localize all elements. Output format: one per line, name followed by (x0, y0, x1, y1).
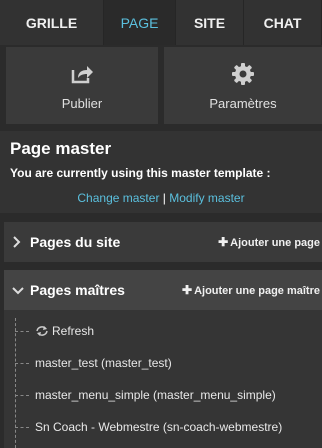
link-separator: | (162, 191, 166, 205)
settings-button[interactable]: Paramètres (164, 47, 322, 124)
tree-branch (15, 426, 29, 428)
section-pages-maitres[interactable]: Pages maîtres ✚ Ajouter une page maître (4, 270, 322, 310)
top-tabs: GRILLE PAGE SITE CHAT (0, 0, 322, 45)
tree-item-label: master_menu_simple (master_menu_simple) (35, 388, 276, 402)
tab-site[interactable]: SITE (176, 0, 244, 45)
tree-item-sn-coach-webmestre[interactable]: Sn Coach - Webmestre (sn-coach-webmestre… (15, 417, 282, 437)
add-page-button[interactable]: ✚ Ajouter une page (218, 235, 320, 249)
tree-branch (15, 362, 29, 364)
share-icon (69, 61, 95, 87)
refresh-icon (35, 325, 49, 337)
tree-item-label: master_test (master_test) (35, 356, 172, 370)
page-master-title: Page master (10, 139, 112, 158)
add-master-page-label: Ajouter une page maître (194, 285, 320, 297)
tab-grille[interactable]: GRILLE (0, 0, 104, 45)
tree-item-master-test[interactable]: master_test (master_test) (15, 353, 172, 373)
add-master-page-button[interactable]: ✚ Ajouter une page maître (182, 283, 320, 297)
tree-item-master-menu-simple[interactable]: master_menu_simple (master_menu_simple) (15, 385, 276, 405)
section-title: Pages maîtres (30, 282, 125, 298)
master-template-notice: You are currently using this master temp… (10, 166, 271, 180)
gear-icon (230, 61, 256, 87)
publish-label: Publier (61, 95, 103, 111)
master-links: Change master | Modify master (0, 191, 322, 205)
publish-button[interactable]: Publier (6, 47, 164, 124)
modify-master-link[interactable]: Modify master (169, 191, 244, 205)
settings-label: Paramètres (209, 95, 277, 111)
add-page-label: Ajouter une page (230, 237, 320, 249)
master-pages-tree: Refresh master_test (master_test) master… (4, 310, 322, 448)
tree-branch (15, 394, 29, 396)
section-title: Pages du site (30, 234, 121, 250)
chevron-right-icon (12, 236, 26, 248)
tree-branch (15, 330, 29, 332)
tab-page[interactable]: PAGE (104, 0, 176, 45)
refresh-item[interactable]: Refresh (15, 321, 94, 341)
refresh-label: Refresh (52, 324, 95, 338)
tab-chat[interactable]: CHAT (244, 0, 322, 45)
plus-icon: ✚ (218, 235, 229, 249)
chevron-down-icon (12, 286, 26, 295)
section-pages-du-site[interactable]: Pages du site ✚ Ajouter une page (4, 222, 322, 262)
action-bar: Publier Paramètres (0, 47, 322, 124)
page-master-panel: Page master You are currently using this… (0, 131, 322, 213)
plus-icon: ✚ (182, 283, 193, 297)
change-master-link[interactable]: Change master (77, 191, 159, 205)
tree-item-label: Sn Coach - Webmestre (sn-coach-webmestre… (35, 420, 283, 434)
